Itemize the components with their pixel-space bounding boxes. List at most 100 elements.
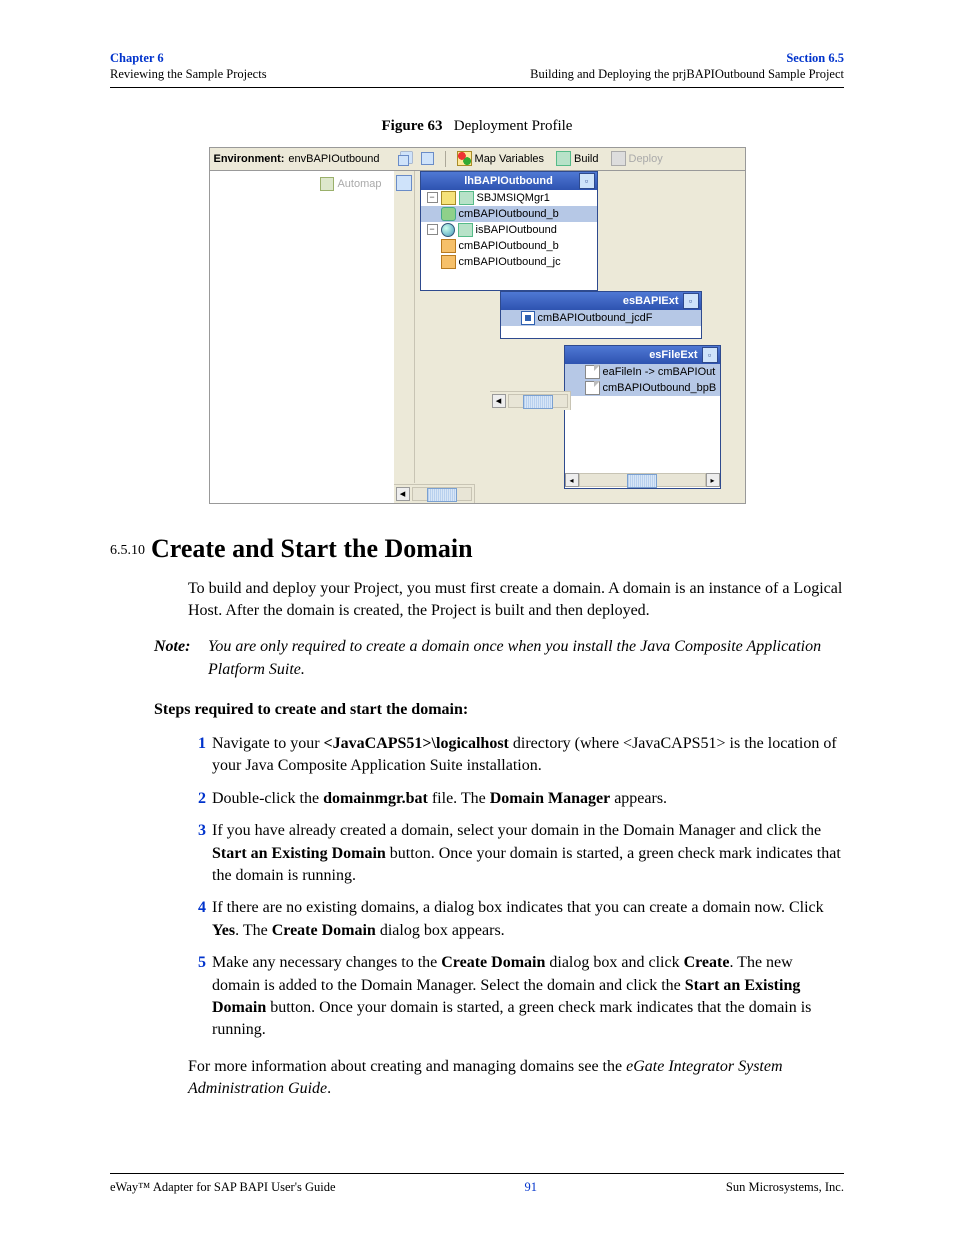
- panel-esbapiext[interactable]: esBAPIExt ▫ cmBAPIOutbound_jcdF: [500, 291, 702, 339]
- scroll-track[interactable]: [579, 473, 706, 487]
- panel-restore-icon[interactable]: ▫: [579, 173, 595, 189]
- steps-lead: Steps required to create and start the d…: [110, 701, 844, 719]
- build-button[interactable]: Build: [552, 150, 602, 167]
- panel-restore-icon[interactable]: ▫: [702, 347, 718, 363]
- automap-icon: [320, 177, 334, 191]
- scroll-left-icon[interactable]: ◂: [396, 487, 410, 501]
- panel-scrollbar[interactable]: ◂ ▸: [565, 473, 720, 488]
- tree-label: cmBAPIOutbound_b: [459, 208, 559, 220]
- step-bold: Create Domain: [441, 954, 545, 971]
- figure-label: Figure 63: [382, 118, 443, 134]
- step-text: file. The: [428, 790, 490, 807]
- panel-title[interactable]: lhBAPIOutbound ▫: [421, 172, 597, 190]
- footer-left: eWay™ Adapter for SAP BAPI User's Guide: [110, 1180, 336, 1195]
- panel-esfileext[interactable]: esFileExt ▫ eaFileIn -> cmBAPIOut cmBAPI…: [564, 345, 721, 489]
- step-item: 1 Navigate to your <JavaCAPS51>\logicalh…: [188, 733, 844, 778]
- panel-lhbapioutbound[interactable]: lhBAPIOutbound ▫ − SBJMSIQMgr1 cmBAPIOut…: [420, 171, 598, 291]
- toolbar-windows-button[interactable]: [394, 152, 413, 165]
- tree-row[interactable]: − isBAPIOutbound: [421, 222, 597, 238]
- step-item: 2 Double-click the domainmgr.bat file. T…: [188, 788, 844, 810]
- step-text: dialog box appears.: [376, 922, 505, 939]
- tree-row[interactable]: − SBJMSIQMgr1: [421, 190, 597, 206]
- panel-title-text: esFileExt: [649, 349, 697, 361]
- panel-title[interactable]: esFileExt ▫: [565, 346, 720, 364]
- section-link[interactable]: Section 6.5: [530, 50, 844, 66]
- step-text: . The: [235, 922, 272, 939]
- scroll-thumb[interactable]: [627, 474, 657, 488]
- note-block: Note: You are only required to create a …: [110, 636, 844, 681]
- step-text: dialog box and click: [545, 954, 683, 971]
- scroll-right-icon[interactable]: ▸: [706, 473, 720, 487]
- step-number: 5: [188, 952, 206, 974]
- panel-restore-icon[interactable]: ▫: [683, 293, 699, 309]
- vbar-icon[interactable]: [396, 175, 412, 191]
- closing-text: .: [327, 1080, 331, 1097]
- deployment-canvas[interactable]: ◂ lhBAPIOutbound ▫ − SBJMSIQMgr1: [394, 171, 745, 503]
- collab-icon: [441, 239, 456, 253]
- scroll-left-icon[interactable]: ◂: [492, 394, 506, 408]
- component-icon: [441, 207, 456, 221]
- tree-label: isBAPIOutbound: [476, 224, 557, 236]
- chapter-link[interactable]: Chapter 6: [110, 50, 267, 66]
- footer-page-number[interactable]: 91: [524, 1180, 537, 1195]
- step-bold: Yes: [212, 922, 235, 939]
- tree-row[interactable]: cmBAPIOutbound_jc: [421, 254, 597, 270]
- note-label: Note:: [154, 636, 208, 681]
- canvas-scrollbar[interactable]: ◂: [394, 484, 475, 503]
- map-variables-button[interactable]: Map Variables: [453, 150, 549, 167]
- tree-label: SBJMSIQMgr1: [477, 192, 550, 204]
- deployment-profile-window: Environment: envBAPIOutbound Map Variabl…: [209, 147, 746, 504]
- build-icon: [556, 151, 571, 166]
- step-number: 1: [188, 733, 206, 755]
- floating-scrollbar[interactable]: ◂: [490, 391, 570, 410]
- vertical-toolbar: [394, 171, 415, 483]
- scroll-thumb[interactable]: [523, 395, 553, 409]
- step-text: Navigate to your: [212, 735, 324, 752]
- page-header: Chapter 6 Reviewing the Sample Projects …: [110, 50, 844, 83]
- figure-title: Deployment Profile: [454, 118, 573, 134]
- section-subtitle: Building and Deploying the prjBAPIOutbou…: [530, 66, 844, 82]
- scroll-track[interactable]: [508, 394, 568, 408]
- section-title: Create and Start the Domain: [151, 534, 473, 563]
- tree-label: cmBAPIOutbound_b: [459, 240, 559, 252]
- step-item: 3 If you have already created a domain, …: [188, 820, 844, 887]
- scroll-thumb[interactable]: [427, 488, 457, 502]
- node-icon: [459, 191, 474, 205]
- scroll-track[interactable]: [412, 487, 472, 501]
- globe-icon: [441, 223, 455, 237]
- step-bold: Create Domain: [272, 922, 376, 939]
- node-icon: [458, 223, 473, 237]
- panel-title[interactable]: esBAPIExt ▫: [501, 292, 701, 310]
- step-item: 5 Make any necessary changes to the Crea…: [188, 952, 844, 1042]
- header-rule: [110, 87, 844, 88]
- tree-toggle-icon[interactable]: −: [427, 192, 438, 203]
- tree-label: eaFileIn -> cmBAPIOut: [603, 366, 716, 378]
- deploy-button[interactable]: Deploy: [607, 150, 667, 167]
- step-number: 3: [188, 820, 206, 842]
- fig-toolbar: Environment: envBAPIOutbound Map Variabl…: [210, 148, 745, 171]
- step-text: button. Once your domain is started, a g…: [212, 999, 811, 1038]
- step-bold: Start an Existing Domain: [212, 845, 386, 862]
- build-label: Build: [574, 153, 598, 165]
- left-pane: Automap: [210, 171, 394, 503]
- toolbar-tile-button[interactable]: [417, 151, 438, 166]
- tree-row[interactable]: cmBAPIOutbound_b: [421, 238, 597, 254]
- closing-text: For more information about creating and …: [188, 1058, 626, 1075]
- tree-toggle-icon[interactable]: −: [427, 224, 438, 235]
- tree-row[interactable]: cmBAPIOutbound_b: [421, 206, 597, 222]
- step-bold: domainmgr.bat: [323, 790, 428, 807]
- tree-label: cmBAPIOutbound_jc: [459, 256, 561, 268]
- tree-row[interactable]: eaFileIn -> cmBAPIOut: [565, 364, 720, 380]
- step-bold: <JavaCAPS51>\logicalhost: [324, 735, 509, 752]
- intro-paragraph: To build and deploy your Project, you mu…: [110, 578, 844, 623]
- automap-button[interactable]: Automap: [314, 175, 387, 193]
- cascade-icon: [398, 155, 409, 166]
- tree-row[interactable]: cmBAPIOutbound_jcdF: [501, 310, 701, 326]
- tree-row[interactable]: cmBAPIOutbound_bpB: [565, 380, 720, 396]
- deploy-icon: [611, 151, 626, 166]
- collab-icon: [441, 255, 456, 269]
- chapter-subtitle: Reviewing the Sample Projects: [110, 66, 267, 82]
- scroll-left-icon[interactable]: ◂: [565, 473, 579, 487]
- deploy-label: Deploy: [629, 153, 663, 165]
- figure-caption: Figure 63 Deployment Profile: [110, 118, 844, 135]
